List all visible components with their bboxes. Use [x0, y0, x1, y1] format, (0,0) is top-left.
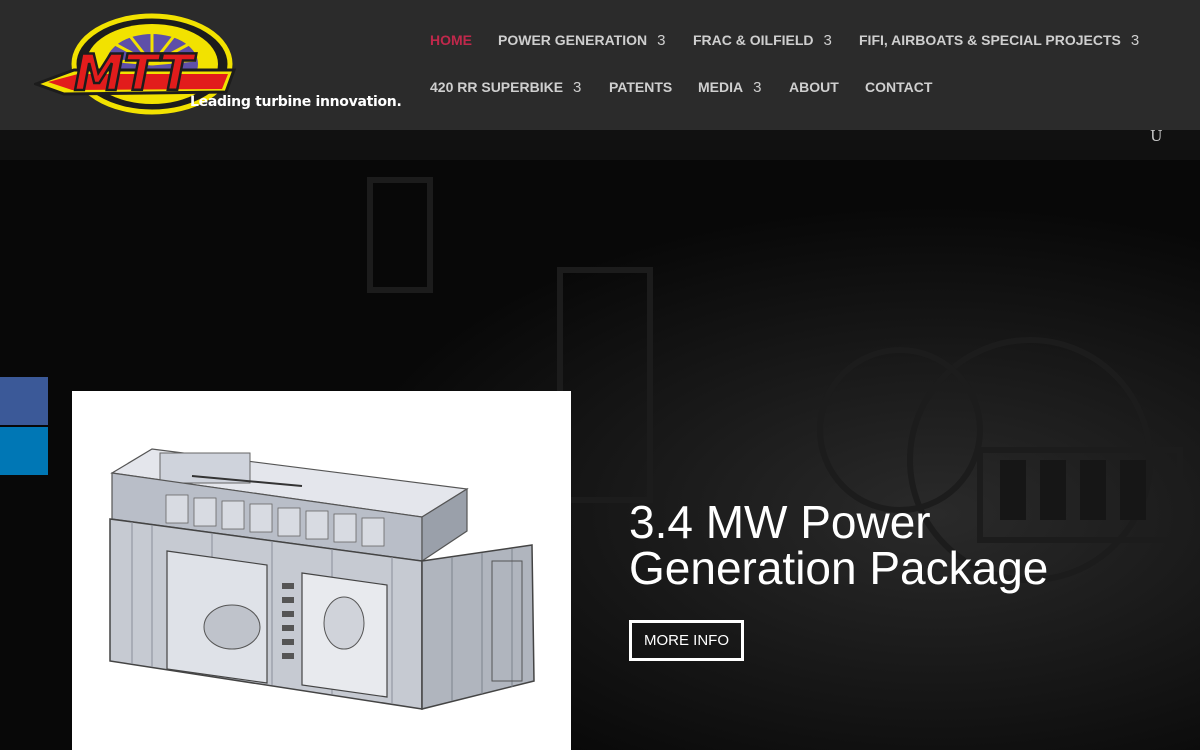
nav-fifi-airboats[interactable]: FIFI, AIRBOATS & SPECIAL PROJECTS 3 — [859, 32, 1139, 49]
nav-patents[interactable]: PATENTS — [609, 79, 672, 95]
hero-slider: 3.4 MW Power Generation Package MORE INF… — [0, 130, 1200, 750]
nav-about[interactable]: ABOUT — [789, 79, 839, 95]
chevron-down-icon: 3 — [823, 32, 832, 49]
slide-title-line-2: Generation Package — [629, 542, 1049, 594]
slide-title-line-1: 3.4 MW Power — [629, 496, 931, 548]
nav-media-label: MEDIA — [698, 79, 744, 95]
chevron-down-icon: 3 — [1130, 32, 1140, 49]
tagline: Leading turbine innovation. — [190, 94, 402, 110]
nav-fifi-airboats-label: FIFI, AIRBOATS & SPECIAL PROJECTS — [859, 32, 1121, 48]
nav-home[interactable]: HOME — [430, 32, 472, 48]
site-header: MTT Leading turbine innovation. HOME POW… — [0, 0, 1200, 130]
product-image-card — [72, 391, 571, 750]
more-info-button[interactable]: MORE INFO — [629, 620, 744, 661]
nav-patents-label: PATENTS — [609, 79, 673, 95]
nav-about-label: ABOUT — [789, 79, 839, 95]
nav-home-label: HOME — [430, 32, 472, 48]
generator-container-image — [109, 448, 535, 710]
slide-title: 3.4 MW Power Generation Package — [629, 499, 1149, 591]
nav-contact-label: CONTACT — [865, 79, 933, 95]
nav-frac-oilfield[interactable]: FRAC & OILFIELD 3 — [693, 32, 832, 49]
nav-contact[interactable]: CONTACT — [865, 79, 932, 95]
logo-wordmark: MTT — [74, 44, 197, 102]
linkedin-share-button[interactable] — [0, 427, 48, 475]
nav-superbike-label: 420 RR SUPERBIKE — [430, 79, 564, 95]
chevron-down-icon: 3 — [573, 79, 582, 96]
nav-media[interactable]: MEDIA 3 — [698, 79, 761, 96]
facebook-share-button[interactable] — [0, 377, 48, 425]
search-icon[interactable]: U — [1150, 127, 1163, 145]
nav-power-generation[interactable]: POWER GENERATION 3 — [498, 32, 665, 49]
nav-frac-oilfield-label: FRAC & OILFIELD — [693, 32, 814, 48]
chevron-down-icon: 3 — [753, 79, 762, 96]
nav-superbike[interactable]: 420 RR SUPERBIKE 3 — [430, 79, 581, 96]
nav-power-generation-label: POWER GENERATION — [498, 32, 648, 48]
chevron-down-icon: 3 — [657, 32, 666, 49]
